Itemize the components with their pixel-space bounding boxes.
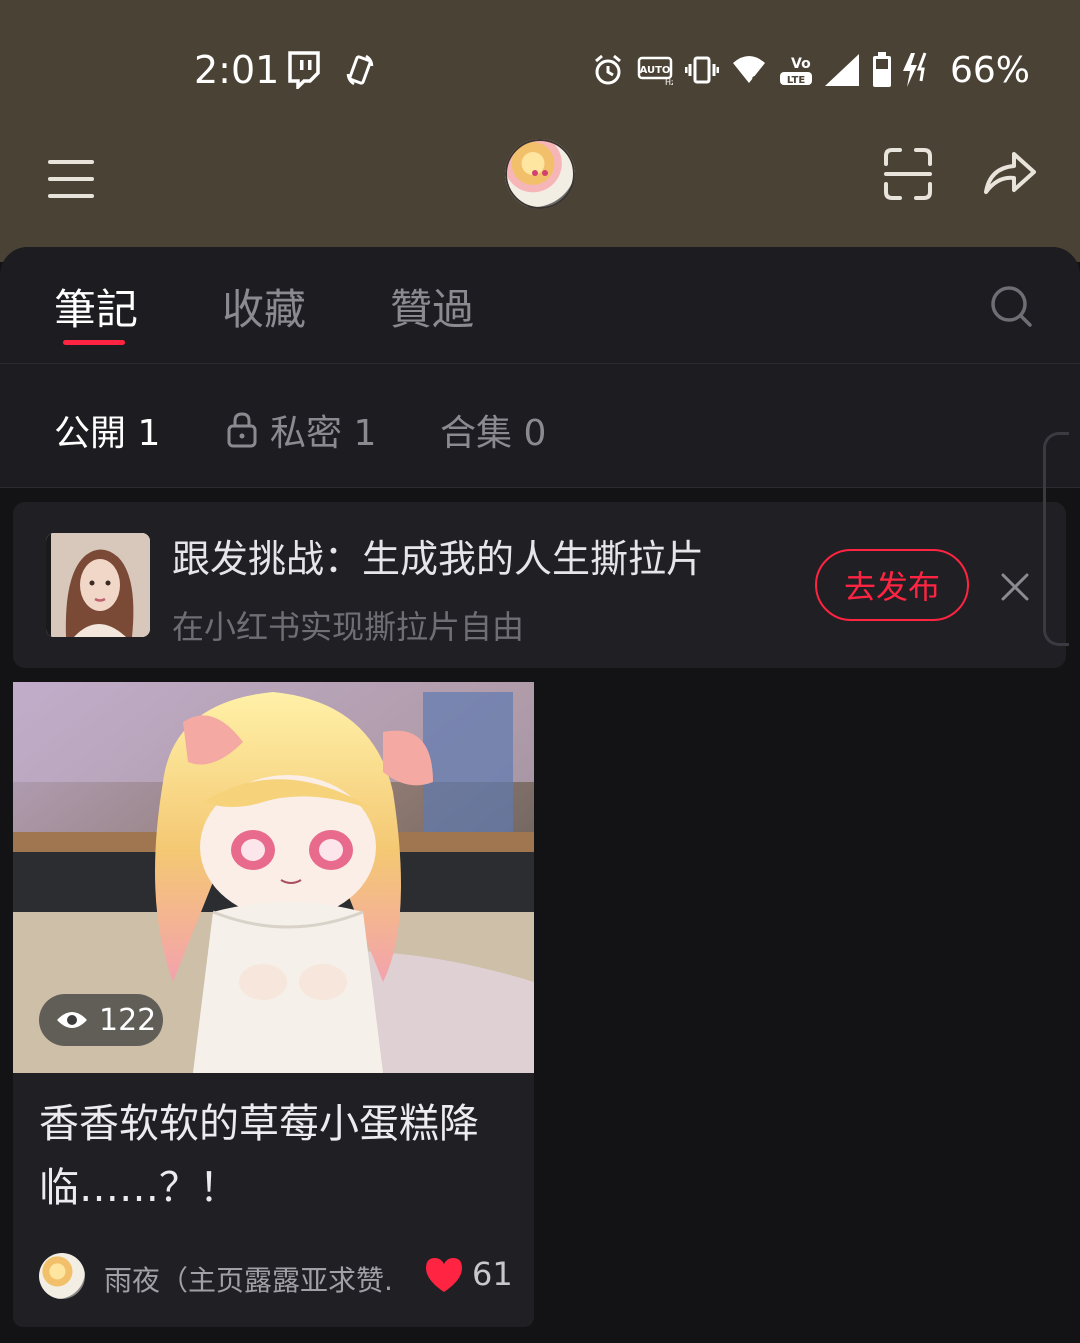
- svg-text:Vo: Vo: [791, 56, 811, 72]
- subtab-public-label: 公開 1: [54, 413, 161, 454]
- tab-notes[interactable]: 筆記: [54, 276, 138, 337]
- menu-button[interactable]: [44, 156, 98, 202]
- scroll-handle[interactable]: [1043, 432, 1069, 646]
- like-count: 61: [472, 1255, 513, 1293]
- menu-icon-line: [48, 177, 94, 181]
- status-time: 2:01: [194, 48, 280, 92]
- charging-icon: [898, 48, 932, 92]
- signal-icon: [822, 48, 862, 92]
- search-button[interactable]: [988, 283, 1034, 329]
- tab-collections[interactable]: 收藏: [222, 276, 306, 337]
- auto-hz-icon: AUTO Hz: [636, 48, 674, 92]
- views-badge: 122: [39, 994, 163, 1046]
- menu-icon-line: [48, 160, 94, 164]
- profile-header: [0, 0, 1080, 262]
- svg-text:AUTO: AUTO: [640, 65, 671, 76]
- publish-button[interactable]: 去发布: [815, 549, 969, 621]
- lock-icon: [227, 412, 257, 448]
- alarm-icon: [590, 48, 626, 92]
- subtab-private-label: 私密 1: [270, 413, 377, 454]
- note-title[interactable]: 香香软软的草莓小蛋糕降临……？！: [39, 1092, 519, 1220]
- share-button[interactable]: [980, 142, 1040, 202]
- search-icon: [991, 286, 1032, 327]
- close-icon: [1001, 573, 1029, 601]
- subtab-collections-label: 合集 0: [440, 413, 547, 454]
- vibrate-icon: [684, 48, 720, 92]
- close-banner-button[interactable]: [998, 570, 1032, 604]
- tab-bar: [0, 247, 1080, 364]
- heart-icon[interactable]: [424, 1256, 464, 1294]
- tab-liked[interactable]: 贊過: [390, 276, 474, 337]
- svg-text:LTE: LTE: [787, 75, 806, 86]
- battery-percent: 66%: [950, 50, 1031, 91]
- wifi-icon: [730, 48, 768, 92]
- subtab-public[interactable]: 公開 1: [54, 404, 160, 456]
- scan-button[interactable]: [878, 144, 938, 204]
- subtab-private[interactable]: 私密 1: [226, 404, 376, 456]
- rotate-icon: [342, 48, 378, 92]
- banner-title: 跟发挑战：生成我的人生撕拉片: [172, 537, 705, 581]
- profile-avatar[interactable]: [505, 139, 575, 209]
- menu-icon-line: [48, 194, 94, 198]
- author-name[interactable]: 雨夜（主页露露亚求赞...: [104, 1259, 394, 1299]
- svg-text:Hz: Hz: [665, 78, 673, 86]
- banner-subtitle: 在小红书实现撕拉片自由: [172, 608, 525, 646]
- twitch-icon: [284, 48, 322, 92]
- volte-icon: Vo LTE: [776, 48, 816, 92]
- author-avatar[interactable]: [39, 1253, 85, 1299]
- battery-icon: [870, 48, 894, 92]
- banner-thumbnail: [46, 533, 150, 637]
- scan-icon: [884, 148, 932, 200]
- views-count: 122: [99, 1002, 157, 1038]
- share-icon: [984, 152, 1036, 194]
- eye-icon: [57, 1012, 87, 1028]
- subtab-collections[interactable]: 合集 0: [440, 404, 546, 456]
- active-tab-indicator: [63, 340, 125, 345]
